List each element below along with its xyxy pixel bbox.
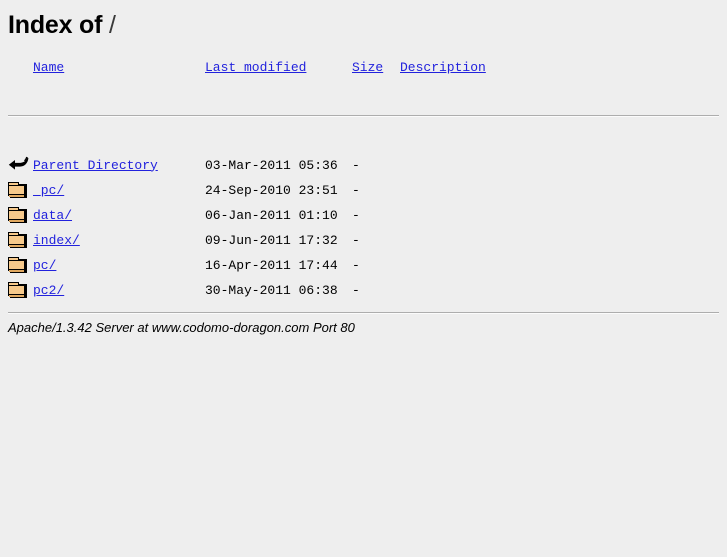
row-size: -: [352, 282, 360, 298]
table-row: data/06-Jan-2011 01:10-: [8, 203, 719, 228]
row-last-modified: 30-May-2011 06:38: [205, 282, 338, 298]
header-size-cell: Size: [352, 57, 400, 79]
row-icon-cell: [8, 178, 33, 203]
row-description: [400, 253, 719, 278]
directory-link[interactable]: Parent Directory: [33, 158, 158, 173]
row-description: [400, 153, 719, 178]
row-description: [400, 178, 719, 203]
sort-by-last-modified-link[interactable]: Last modified: [205, 60, 306, 75]
row-size: -: [352, 257, 360, 273]
sort-by-name-link[interactable]: Name: [33, 60, 64, 75]
folder-icon: [8, 179, 28, 201]
row-description: [400, 228, 719, 253]
row-icon-cell: [8, 253, 33, 278]
row-size: -: [352, 207, 360, 223]
table-header-row: Name Last modified Size Description: [8, 57, 719, 79]
header-last-modified-cell: Last modified: [205, 57, 352, 79]
folder-icon: [8, 229, 28, 251]
directory-table: Name Last modified Size Description Pare…: [8, 57, 719, 303]
sort-by-size-link[interactable]: Size: [352, 60, 383, 75]
directory-link[interactable]: pc2/: [33, 283, 64, 298]
row-icon-cell: [8, 153, 33, 178]
folder-icon: [8, 254, 28, 276]
directory-link[interactable]: _pc/: [33, 183, 64, 198]
row-size: -: [352, 182, 360, 198]
back-icon: [8, 154, 29, 176]
row-name-cell: pc/: [33, 253, 205, 278]
sort-by-description-link[interactable]: Description: [400, 60, 486, 75]
row-icon-cell: [8, 203, 33, 228]
header-description-cell: Description: [400, 57, 719, 79]
header-rule-row: [8, 79, 719, 153]
row-name-cell: data/: [33, 203, 205, 228]
row-name-cell: pc2/: [33, 278, 205, 303]
table-row: Parent Directory 03-Mar-2011 05:36-: [8, 153, 719, 178]
row-size: -: [352, 232, 360, 248]
directory-index-page: Index of / Name Last modified Size Descr…: [0, 11, 727, 557]
row-last-modified: 06-Jan-2011 01:10: [205, 207, 338, 223]
page-title-label: Index of: [8, 11, 103, 39]
table-row: pc2/30-May-2011 06:38-: [8, 278, 719, 303]
row-icon-cell: [8, 278, 33, 303]
row-last-modified: 03-Mar-2011 05:36: [205, 157, 338, 173]
server-signature: Apache/1.3.42 Server at www.codomo-dorag…: [8, 319, 355, 335]
row-icon-cell: [8, 228, 33, 253]
row-description: [400, 278, 719, 303]
directory-link[interactable]: index/: [33, 233, 80, 248]
row-last-modified: 24-Sep-2010 23:51: [205, 182, 338, 198]
row-name-cell: Parent Directory: [33, 153, 205, 178]
page-title-path: /: [109, 11, 116, 39]
footer-divider: [8, 311, 719, 314]
table-row: pc/16-Apr-2011 17:44-: [8, 253, 719, 278]
header-icon-cell: [8, 57, 33, 79]
row-name-cell: index/: [33, 228, 205, 253]
directory-link[interactable]: data/: [33, 208, 72, 223]
folder-icon: [8, 279, 28, 301]
page-title: Index of /: [8, 11, 719, 40]
row-name-cell: _pc/: [33, 178, 205, 203]
folder-icon: [8, 204, 28, 226]
row-last-modified: 09-Jun-2011 17:32: [205, 232, 338, 248]
row-description: [400, 203, 719, 228]
row-size: -: [352, 157, 360, 173]
table-row: index/09-Jun-2011 17:32-: [8, 228, 719, 253]
header-rule-cell: [8, 79, 719, 153]
header-divider: [8, 114, 719, 117]
directory-listing: Name Last modified Size Description Pare…: [8, 57, 719, 303]
header-name-cell: Name: [33, 57, 205, 79]
directory-link[interactable]: pc/: [33, 258, 56, 273]
row-last-modified: 16-Apr-2011 17:44: [205, 257, 338, 273]
table-row: _pc/24-Sep-2010 23:51-: [8, 178, 719, 203]
